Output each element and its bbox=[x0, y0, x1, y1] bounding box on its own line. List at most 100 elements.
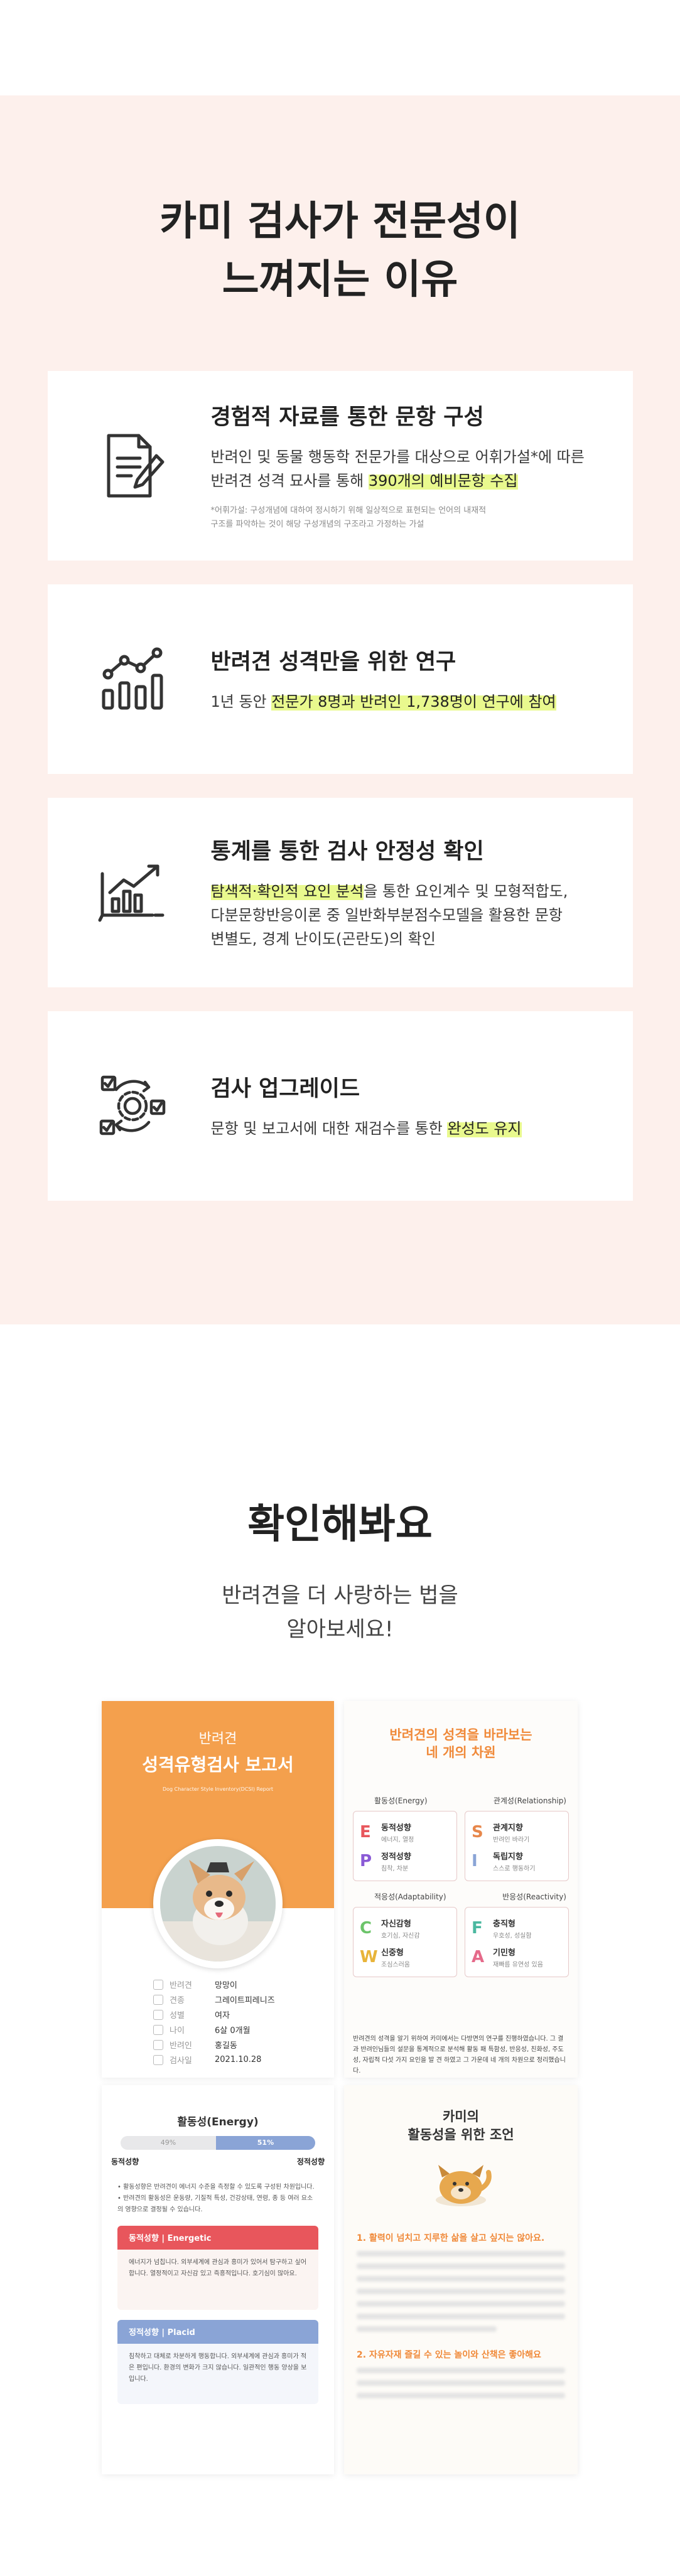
statistics-screen-icon bbox=[92, 852, 173, 933]
info-key: 반려인 bbox=[170, 2041, 192, 2051]
axis-line: I 독립지향 스스로 행동하기 bbox=[472, 1847, 562, 1876]
axis-name: 동적성향 bbox=[381, 1823, 411, 1833]
info-value: 여자 bbox=[215, 2011, 230, 2021]
report-cover-title: 성격유형검사 보고서 bbox=[142, 1754, 294, 1775]
energy-title: 활동성(Energy) bbox=[177, 2115, 259, 2128]
dog-info-list: 반려견 망망이 견종 그레이트피레니즈 성별 여자 나이 6살 0개월 반려인 홍길동 검… bbox=[153, 1977, 310, 2068]
axis-name: 기민형 bbox=[493, 1948, 515, 1958]
dimensions-grid: 활동성(Energy) 관계성(Relationship) E 동적성향 에너지, 열… bbox=[353, 1795, 569, 1987]
card-body: 검사 업그레이드 문항 및 보고서에 대한 재검수를 통한 완성도 유지 bbox=[211, 1071, 613, 1140]
dimensions-title: 반려견의 성격을 바라보는 네 개의 차원 bbox=[344, 1726, 578, 1762]
energy-end-left: 동적성향 bbox=[111, 2157, 139, 2166]
four-dimensions-preview: 반려견의 성격을 바라보는 네 개의 차원 활동성(Energy) 관계성(Rel… bbox=[344, 1700, 578, 2078]
blurred-text bbox=[357, 2263, 565, 2269]
axis-letter: F bbox=[472, 1918, 483, 1938]
axis-letter: W bbox=[360, 1947, 378, 1967]
check-title: 확인해봐요 bbox=[247, 1501, 433, 1548]
card-desc-line: 다분문항반응이론 중 일반화부분점수모델을 활용한 문항 bbox=[210, 906, 563, 924]
energy-bar: 49% 51% bbox=[121, 2135, 315, 2150]
why-cards: 경험적 자료를 통한 문항 구성 반려인 및 동물 행동학 전문가를 대상으로 … bbox=[0, 370, 680, 1201]
card-body: 경험적 자료를 통한 문항 구성 반려인 및 동물 행동학 전문가를 대상으로 … bbox=[211, 399, 613, 532]
placid-box-head: 정적성향 | Placid bbox=[117, 2319, 318, 2344]
info-key: 반려견 bbox=[170, 1981, 192, 1991]
dimensions-title-line: 네 개의 차원 bbox=[426, 1745, 496, 1761]
axis-line: S 관계지향 반려인 바라기 bbox=[472, 1818, 562, 1847]
age-icon bbox=[153, 2024, 163, 2035]
axis-name: 신중형 bbox=[381, 1948, 404, 1958]
gender-icon bbox=[153, 2009, 163, 2020]
energy-end-right: 정적성향 bbox=[296, 2157, 325, 2166]
energy-list-text: 반려견의 활동성은 운동량, 기질적 특성, 건강상태, 연령, 종 등 여러 … bbox=[117, 2194, 313, 2213]
axis-line: F 충직형우호성, 성실함 bbox=[472, 1914, 562, 1943]
card-desc: 1년 동안 전문가 8명과 반려인 1,738명이 연구에 참여 bbox=[211, 690, 613, 714]
axis-line: E 동적성향 에너지, 열정 bbox=[360, 1818, 450, 1847]
info-row: 검사일 2021.10.28 bbox=[153, 2053, 310, 2068]
energy-list-item: • 반려견의 활동성은 운동량, 기질적 특성, 건강상태, 연령, 종 등 여… bbox=[117, 2194, 313, 2213]
axis-block: E 동적성향 에너지, 열정 P 정적성향 침착, 차분 S 관계지향 반려인 바라기 I 독… bbox=[353, 1810, 569, 1881]
axis-sub: 침착, 차분 bbox=[381, 1865, 409, 1872]
dog-photo bbox=[160, 1845, 276, 1962]
blurred-text bbox=[357, 2250, 565, 2257]
check-subtitle-line: 반려견을 더 사랑하는 법을 bbox=[222, 1583, 458, 1608]
dog-photo-frame bbox=[153, 1838, 283, 1968]
axis-label: 적응성(Adaptability) bbox=[374, 1892, 446, 1901]
energy-ends: 동적성향 정적성향 bbox=[111, 2156, 325, 2167]
axis-line: A 기민형 재빠름 유연성 있음 bbox=[472, 1943, 562, 1972]
axis-box: F 충직형 우호성, 성실함 A 기민형 재빠름 유연성 있음 bbox=[465, 1906, 569, 1977]
paw-icon bbox=[153, 1979, 163, 1990]
axis-line: W 신중형 조심스러움 bbox=[360, 1943, 450, 1972]
dimensions-title-line: 반려견의 성격을 바라보는 bbox=[389, 1727, 532, 1742]
card-desc: 문항 및 보고서에 대한 재검수를 통한 완성도 유지 bbox=[211, 1117, 613, 1140]
axis-letter: A bbox=[472, 1947, 485, 1967]
axis-name: 독립지향 bbox=[493, 1852, 523, 1862]
card-desc-line: 반려인 및 동물 행동학 전문가를 대상으로 어휘가설*에 따른 bbox=[210, 448, 585, 466]
card-desc-highlight: 완성도 유지 bbox=[447, 1119, 522, 1137]
card-upgrade: 검사 업그레이드 문항 및 보고서에 대한 재검수를 통한 완성도 유지 bbox=[47, 1011, 633, 1201]
document-pen-icon bbox=[92, 425, 173, 507]
axis-letter: I bbox=[472, 1851, 478, 1870]
why-section: 카미 검사가 전문성이 느껴지는 이유 경험적 자료를 통한 문항 구성 반려인… bbox=[0, 95, 680, 1324]
report-cover-preview: 반려견 성격유형검사 보고서 Dog Character Style Inven… bbox=[102, 1700, 334, 2078]
axis-label-row: 적응성(Adaptability) 반응성(Reactivity) bbox=[353, 1891, 569, 1902]
calendar-icon bbox=[153, 2054, 163, 2065]
axis-sub: 에너지, 열정 bbox=[381, 1836, 414, 1843]
blurred-text bbox=[357, 2392, 565, 2398]
info-key: 견종 bbox=[170, 1996, 185, 2006]
info-key: 나이 bbox=[170, 2026, 185, 2036]
axis-line: C 자신감형 호기심, 자신감 bbox=[360, 1914, 450, 1943]
card-title: 통계를 통한 검사 안정성 확인 bbox=[210, 839, 484, 864]
placid-box-body: 침착하고 대체로 차분하게 행동합니다. 외부세계에 관심과 흥미가 적은 편입… bbox=[129, 2353, 307, 2383]
advice-heading-1: 1. 활력이 넘치고 지루한 삶을 살고 싶지는 않아요. bbox=[357, 2233, 545, 2243]
blurred-text bbox=[357, 2288, 565, 2294]
blurred-text bbox=[357, 2275, 565, 2282]
info-row: 반려견 망망이 bbox=[153, 1977, 310, 1992]
top-spacer bbox=[0, 0, 680, 95]
card-dog-research: 반려견 성격만을 위한 연구 1년 동안 전문가 8명과 반려인 1,738명이… bbox=[47, 584, 633, 774]
card-title: 경험적 자료를 통한 문항 구성 bbox=[210, 404, 484, 430]
axis-sub: 우호성, 성실함 bbox=[493, 1932, 532, 1940]
axis-box: C 자신감형 호기심, 자신감 W 신중형 조심스러움 bbox=[353, 1906, 457, 1977]
info-value: 그레이트피레니즈 bbox=[215, 1996, 275, 2006]
check-subtitle-line: 알아보세요! bbox=[286, 1617, 394, 1643]
dog-illustration bbox=[344, 2156, 578, 2215]
axis-label: 활동성(Energy) bbox=[374, 1796, 428, 1805]
card-desc-line: 반려견 성격 묘사를 통해 390개의 예비문항 수집 bbox=[211, 469, 613, 493]
axis-letter: S bbox=[472, 1822, 483, 1842]
dimensions-text: 반려견의 성격을 알기 위하여 카미에서는 다방면의 연구를 진행하였습니다. … bbox=[353, 2035, 566, 2074]
blurred-text bbox=[357, 2300, 565, 2307]
info-row: 성별 여자 bbox=[153, 2007, 310, 2022]
axis-box: E 동적성향 에너지, 열정 P 정적성향 침착, 차분 bbox=[353, 1810, 457, 1881]
why-title-line1: 카미 검사가 전문성이 bbox=[159, 198, 521, 245]
card-note-line: 구조를 파악하는 것이 해당 구성개념의 구조라고 가정하는 가설 bbox=[210, 520, 424, 530]
energetic-box-body: 에너지가 넘칩니다. 외부세계에 관심과 흥미가 있어서 탐구하고 싶어합니다.… bbox=[129, 2258, 307, 2277]
card-desc-text: 1년 동안 bbox=[210, 692, 272, 711]
axis-name: 정적성향 bbox=[381, 1852, 411, 1862]
axis-label-row: 활동성(Energy) 관계성(Relationship) bbox=[353, 1795, 569, 1806]
card-title: 반려견 성격만을 위한 연구 bbox=[210, 649, 456, 675]
axis-name: 충직형 bbox=[493, 1919, 515, 1929]
info-value: 2021.10.28 bbox=[215, 2055, 262, 2065]
info-key: 검사일 bbox=[170, 2056, 192, 2066]
axis-name: 관계지향 bbox=[493, 1823, 523, 1833]
info-row: 견종 그레이트피레니즈 bbox=[153, 1992, 310, 2007]
blurred-text bbox=[357, 2326, 497, 2332]
